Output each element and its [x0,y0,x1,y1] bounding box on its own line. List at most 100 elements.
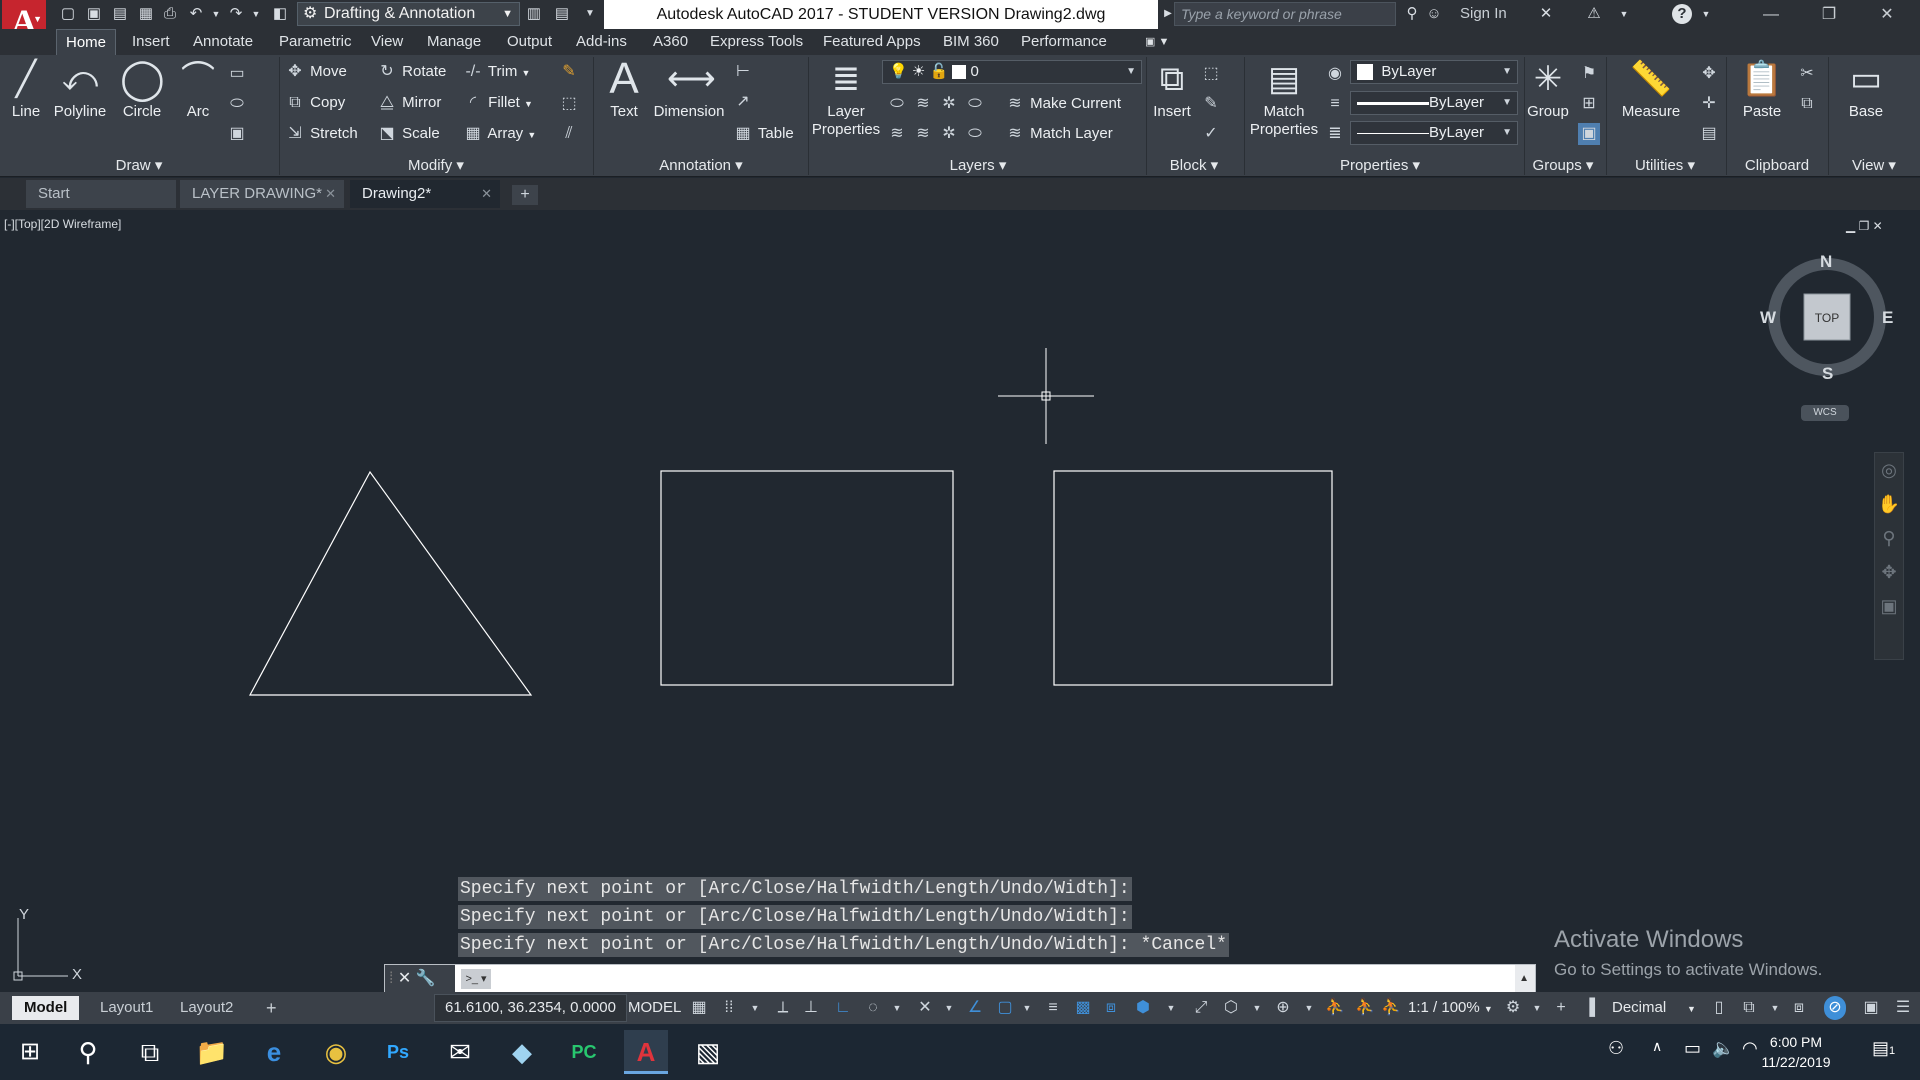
osnap-dropdown-icon[interactable]: ▼ [1016,996,1038,1020]
panel-title-modify[interactable]: Modify ▾ [280,155,592,177]
annotation-scale-dropdown[interactable]: 1:1 / 100% ▼ [1408,994,1493,1022]
model-space-button[interactable]: MODEL [622,994,687,1022]
snap-dropdown-icon[interactable]: ▼ [744,996,766,1020]
object-snap-tracking-icon[interactable]: ∠ [964,996,986,1020]
erase-icon[interactable]: ✎ [558,61,580,83]
panel-title-groups[interactable]: Groups ▾ [1524,155,1602,177]
isodraft-icon[interactable]: ✕ [914,996,936,1020]
autocad-taskbar-icon[interactable]: A [624,1030,668,1074]
match-layer-button[interactable]: ≋ Match Layer [1004,121,1112,147]
units-dropdown[interactable]: Decimal ▼ [1612,994,1696,1022]
lineweight-toggle-icon[interactable]: ≡ [1042,996,1064,1020]
tab-output[interactable]: Output [498,29,561,55]
isolate-objects-icon[interactable]: ⧈ [1788,996,1810,1020]
file-explorer-icon[interactable]: 📁 [190,1030,234,1074]
binoculars-icon[interactable]: ⚲ [1402,4,1422,24]
dynamic-input-icon[interactable]: ⊥ [800,996,822,1020]
panel-title-draw[interactable]: Draw ▾ [0,155,278,177]
id-point-icon[interactable]: ✛ [1698,93,1720,115]
annotation-visibility-icon[interactable]: ⛹ [1324,996,1346,1020]
stretch-button[interactable]: ⇲ Stretch [284,121,357,147]
redo-icon[interactable]: ↷ [226,4,246,24]
grip-handle[interactable]: ⁞ [389,970,393,987]
navigation-bar[interactable]: ◎ ✋ ⚲ ✥ ▣ [1874,452,1904,660]
lock-ui-dropdown-icon[interactable]: ▼ [1764,996,1786,1020]
panel-title-utilities[interactable]: Utilities ▾ [1606,155,1724,177]
windows-start-icon[interactable]: ⊞ [8,1030,52,1074]
compass-south[interactable]: S [1822,364,1833,384]
linetype-dropdown[interactable]: ByLayer ▼ [1350,121,1518,145]
help-icon[interactable]: ? [1672,4,1692,24]
command-history-expand-icon[interactable]: ▲ [1519,965,1529,993]
close-icon[interactable]: ✕ [398,970,411,987]
selection-filter-icon[interactable]: ⬡ [1220,996,1242,1020]
tab-view[interactable]: View [362,29,412,55]
layer-lock-icon[interactable]: ⬭ [964,93,986,115]
customization-menu-icon[interactable]: ☰ [1892,996,1914,1020]
workspace-gear-dropdown-icon[interactable]: ▼ [1526,996,1548,1020]
file-tab-start[interactable]: Start [26,180,176,208]
3d-osnap-dropdown-icon[interactable]: ▼ [1160,996,1182,1020]
triangle-shape[interactable] [248,470,533,696]
pycharm-icon[interactable]: PC [562,1030,606,1074]
leader-icon[interactable]: ↗ [732,91,754,113]
group-edit-icon[interactable]: ⊞ [1578,93,1600,115]
polar-dropdown-icon[interactable]: ▼ [886,996,908,1020]
workspace-icon-1[interactable]: ▥ [524,4,544,24]
rectangle-shape-2[interactable] [1053,470,1333,686]
polar-tracking-icon[interactable]: ◌ [862,996,884,1020]
color-dropdown[interactable]: ByLayer ▼ [1350,60,1518,84]
minimize-icon[interactable]: — [1742,0,1800,29]
line-button[interactable]: ╱ Line [4,59,48,121]
layer-freeze-icon[interactable]: ✲ [938,93,960,115]
circle-button[interactable]: ◯ Circle [116,59,168,121]
workspace-icon-2[interactable]: ▤ [552,4,572,24]
layer-thaw-icon[interactable]: ✲ [938,123,960,145]
battery-icon[interactable]: ▭ [1684,1038,1701,1059]
polyline-button[interactable]: ⤺ Polyline [52,59,108,121]
wrench-icon[interactable]: 🔧 [416,970,436,987]
photos-icon[interactable]: ▧ [686,1030,730,1074]
command-input[interactable] [455,965,1515,993]
annotation-monitor-icon[interactable]: + [1550,996,1572,1020]
snap-icon[interactable]: ⁞⁞ [718,996,740,1020]
sign-in-link[interactable]: Sign In [1460,2,1507,26]
drawing-canvas[interactable]: [-][Top][2D Wireframe] Y X [0,212,1876,992]
cut-icon[interactable]: ✂ [1796,63,1818,85]
compass-west[interactable]: W [1760,308,1776,328]
new-tab-plus-icon[interactable]: + [512,185,538,205]
clean-screen-icon[interactable]: ▣ [1860,996,1882,1020]
plot-icon[interactable]: ⎙ [160,4,180,24]
viewcube-top-face[interactable]: TOP [1804,311,1850,325]
layout-tab-model[interactable]: Model [12,996,80,1020]
close-tab-icon[interactable]: ✕ [325,180,336,208]
tab-featured-apps[interactable]: Featured Apps [814,29,930,55]
wcs-menu[interactable]: WCS [1801,405,1849,421]
move-button[interactable]: ✥ Move [284,59,347,85]
workspace-selector[interactable]: ⚙ Drafting & Annotation ▼ [297,2,520,26]
tray-expand-icon[interactable]: ∧ [1652,1038,1662,1055]
dynamic-ucs-icon[interactable]: ⤢ [1190,996,1212,1020]
gizmo-icon[interactable]: ⊕ [1272,996,1294,1020]
edit-attributes-icon[interactable]: ✓ [1200,123,1222,145]
filter-dropdown-icon[interactable]: ▼ [1246,996,1268,1020]
panel-title-view[interactable]: View ▾ [1828,155,1920,177]
linear-dimension-icon[interactable]: ⊢ [732,61,754,83]
exchange-icon[interactable]: ✕ [1536,4,1556,24]
ribbon-minimize-icon[interactable]: ▣ ▼ [1136,29,1178,55]
panel-title-layers[interactable]: Layers ▾ [810,155,1146,177]
layer-isolate-icon[interactable]: ≋ [912,93,934,115]
trim-button[interactable]: -/- Trim ▼ [462,59,530,85]
region-icon[interactable]: ▣ [226,123,248,145]
chrome-icon[interactable]: ◉ [314,1030,358,1074]
tab-add-ins[interactable]: Add-ins [567,29,636,55]
layout-tab-layout1[interactable]: Layout1 [88,996,165,1020]
pan-icon[interactable]: ✋ [1875,487,1903,521]
group-select-icon[interactable]: ▣ [1578,123,1600,145]
explode-icon[interactable]: ⬚ [558,93,580,115]
hatch-icon[interactable]: ⬭ [226,93,248,115]
dimension-button[interactable]: ⟷ Dimension [650,59,728,121]
search-input[interactable]: Type a keyword or phrase [1174,2,1396,26]
3d-osnap-icon[interactable]: ⬢ [1132,996,1154,1020]
workspace-gear-icon[interactable]: ⚙ [1502,996,1524,1020]
